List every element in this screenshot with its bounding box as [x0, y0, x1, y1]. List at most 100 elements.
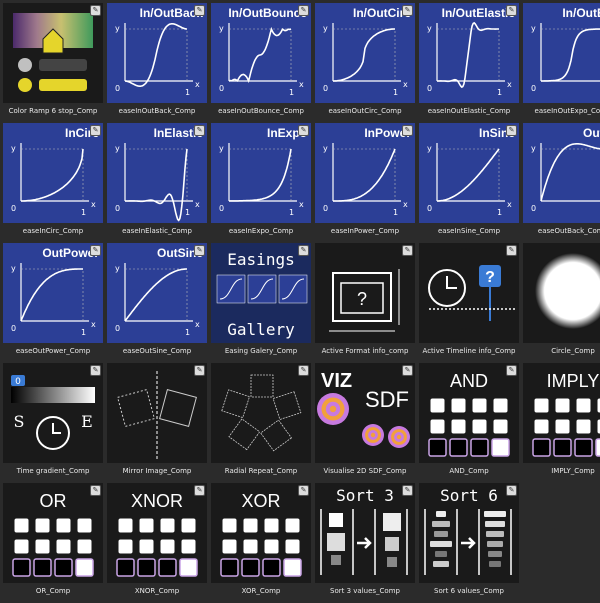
thumbnail[interactable]: InSiney01x✎ — [419, 123, 519, 223]
thumbnail[interactable]: 0SE✎ — [3, 363, 103, 463]
edit-icon[interactable]: ✎ — [506, 245, 517, 256]
edit-icon[interactable]: ✎ — [298, 365, 309, 376]
edit-icon[interactable]: ✎ — [298, 125, 309, 136]
thumbnail[interactable]: InElasticy01x✎ — [107, 123, 207, 223]
comp-tile-easeinoutcirc-comp[interactable]: In/OutCircy01x✎easeInOutCirc_Comp — [315, 3, 419, 123]
one-label: 1 — [393, 88, 398, 97]
comp-tile-active-timeline-info-comp[interactable]: ?✎Active Timeline info_Comp — [419, 243, 523, 363]
sort-bar — [432, 521, 450, 527]
comp-tile-easeinoutbounce-comp[interactable]: In/OutBouncey01x✎easeInOutBounce_Comp — [211, 3, 315, 123]
thumbnail[interactable]: ✎ — [523, 243, 600, 343]
comp-tile-easeinoutback-comp[interactable]: In/OutBacky01x✎easeInOutBack_Comp — [107, 3, 211, 123]
edit-icon[interactable]: ✎ — [298, 485, 309, 496]
comp-tile-xor-comp[interactable]: XOR✎XOR_Comp — [211, 483, 315, 603]
edit-icon[interactable]: ✎ — [402, 245, 413, 256]
edit-icon[interactable]: ✎ — [90, 245, 101, 256]
edit-icon[interactable]: ✎ — [402, 365, 413, 376]
repeat-copy — [261, 420, 292, 451]
thumbnail[interactable]: Sort 3✎ — [315, 483, 415, 583]
one-label: 1 — [289, 208, 294, 217]
comp-tile-and-comp[interactable]: AND✎AND_Comp — [419, 363, 523, 483]
comp-tile-easeinelastic-comp[interactable]: InElasticy01x✎easeInElastic_Comp — [107, 123, 211, 243]
thumbnail[interactable]: In/OutBouncey01x✎ — [211, 3, 311, 103]
thumbnail[interactable]: ✎ — [3, 3, 103, 103]
tile-caption: Active Format info_comp — [315, 343, 415, 359]
logic-cell — [182, 519, 196, 533]
comp-tile-mirror-image-comp[interactable]: ✎Mirror Image_Comp — [107, 363, 211, 483]
edit-icon[interactable]: ✎ — [506, 125, 517, 136]
tile-caption: XOR_Comp — [211, 583, 311, 599]
thumbnail[interactable]: VIZSDF✎ — [315, 363, 415, 463]
thumbnail[interactable]: In/OutExpy01x✎ — [523, 3, 600, 103]
edit-icon[interactable]: ✎ — [402, 5, 413, 16]
comp-tile-easeinpower-comp[interactable]: InPowery01x✎easeInPower_Comp — [315, 123, 419, 243]
thumbnail[interactable]: OutSiney01x✎ — [107, 243, 207, 343]
thumbnail[interactable]: InPowery01x✎ — [315, 123, 415, 223]
comp-tile-easing-galery-comp[interactable]: EasingsGallery✎Easing Galery_Comp — [211, 243, 315, 363]
thumbnail[interactable]: InCircy01x✎ — [3, 123, 103, 223]
thumbnail[interactable]: InExpoy01x✎ — [211, 123, 311, 223]
thumbnail[interactable]: ✎ — [211, 363, 311, 463]
edit-icon[interactable]: ✎ — [90, 365, 101, 376]
comp-tile-imply-comp[interactable]: IMPLY✎IMPLY_Comp — [523, 363, 600, 483]
comp-tile-sort-6-values-comp[interactable]: Sort 6✎Sort 6 values_Comp — [419, 483, 523, 603]
comp-tile-easeincirc-comp[interactable]: InCircy01x✎easeInCirc_Comp — [3, 123, 107, 243]
comp-tile-radial-repeat-comp[interactable]: ✎Radial Repeat_Comp — [211, 363, 315, 483]
edit-icon[interactable]: ✎ — [402, 125, 413, 136]
edit-icon[interactable]: ✎ — [298, 5, 309, 16]
edit-icon[interactable]: ✎ — [298, 245, 309, 256]
sort-box — [331, 555, 341, 565]
y-axis-label: y — [531, 144, 536, 153]
thumbnail[interactable]: XOR✎ — [211, 483, 311, 583]
comp-tile-color-ramp-6-stop-comp[interactable]: ✎Color Ramp 6 stop_Comp — [3, 3, 107, 123]
thumbnail[interactable]: OR✎ — [3, 483, 103, 583]
edit-icon[interactable]: ✎ — [506, 485, 517, 496]
comp-tile-easeinoutexpo-comp[interactable]: In/OutExpy01x✎easeInOutExpo_Comp — [523, 3, 600, 123]
graphic-part — [53, 423, 61, 433]
thumbnail[interactable]: OutPowery01x✎ — [3, 243, 103, 343]
thumbnail[interactable]: In/OutElasticy01x✎ — [419, 3, 519, 103]
logic-cell — [119, 519, 133, 533]
comp-tile-easeoutsine-comp[interactable]: OutSiney01x✎easeOutSine_Comp — [107, 243, 211, 363]
edit-icon[interactable]: ✎ — [194, 5, 205, 16]
thumbnail[interactable]: ?✎ — [419, 243, 519, 343]
logic-cell — [55, 559, 72, 576]
comp-tile-circle-comp[interactable]: ✎Circle_Comp — [523, 243, 600, 363]
edit-icon[interactable]: ✎ — [90, 125, 101, 136]
thumbnail[interactable]: ?✎ — [315, 243, 415, 343]
edit-icon[interactable]: ✎ — [506, 5, 517, 16]
thumbnail[interactable]: ✎ — [107, 363, 207, 463]
tile-caption: easeOutSine_Comp — [107, 343, 207, 359]
comp-tile-easeoutback-comp[interactable]: OutBay01x✎easeOutBack_Comp — [523, 123, 600, 243]
comp-tile-easeinexpo-comp[interactable]: InExpoy01x✎easeInExpo_Comp — [211, 123, 315, 243]
comp-tile-easeinsine-comp[interactable]: InSiney01x✎easeInSine_Comp — [419, 123, 523, 243]
comp-tile-time-gradient-comp[interactable]: 0SE✎Time gradient_Comp — [3, 363, 107, 483]
comp-tile-active-format-info-comp[interactable]: ?✎Active Format info_comp — [315, 243, 419, 363]
edit-icon[interactable]: ✎ — [506, 365, 517, 376]
comp-tile-sort-3-values-comp[interactable]: Sort 3✎Sort 3 values_Comp — [315, 483, 419, 603]
thumbnail[interactable]: IMPLY✎ — [523, 363, 600, 463]
thumbnail[interactable]: In/OutCircy01x✎ — [315, 3, 415, 103]
edit-icon[interactable]: ✎ — [194, 125, 205, 136]
thumbnail[interactable]: AND✎ — [419, 363, 519, 463]
sort-title: Sort 6 — [440, 486, 498, 505]
thumbnail[interactable]: XNOR✎ — [107, 483, 207, 583]
edit-icon[interactable]: ✎ — [194, 485, 205, 496]
y-axis-label: y — [115, 264, 120, 273]
edit-icon[interactable]: ✎ — [194, 365, 205, 376]
edit-icon[interactable]: ✎ — [90, 5, 101, 16]
edit-icon[interactable]: ✎ — [194, 245, 205, 256]
ease-curve — [541, 144, 600, 201]
comp-tile-visualise-2d-sdf-comp[interactable]: VIZSDF✎Visualise 2D SDF_Comp — [315, 363, 419, 483]
thumbnail[interactable]: Sort 6 ✎ — [419, 483, 519, 583]
thumbnail[interactable]: OutBay01x✎ — [523, 123, 600, 223]
edit-icon[interactable]: ✎ — [402, 485, 413, 496]
edit-icon[interactable]: ✎ — [90, 485, 101, 496]
comp-tile-or-comp[interactable]: OR✎OR_Comp — [3, 483, 107, 603]
comp-tile-easeinoutelastic-comp[interactable]: In/OutElasticy01x✎easeInOutElastic_Comp — [419, 3, 523, 123]
comp-tile-xnor-comp[interactable]: XNOR✎XNOR_Comp — [107, 483, 211, 603]
thumbnail[interactable]: In/OutBacky01x✎ — [107, 3, 207, 103]
comp-tile-easeoutpower-comp[interactable]: OutPowery01x✎easeOutPower_Comp — [3, 243, 107, 363]
tile-caption: easeInPower_Comp — [315, 223, 415, 239]
thumbnail[interactable]: EasingsGallery✎ — [211, 243, 311, 343]
